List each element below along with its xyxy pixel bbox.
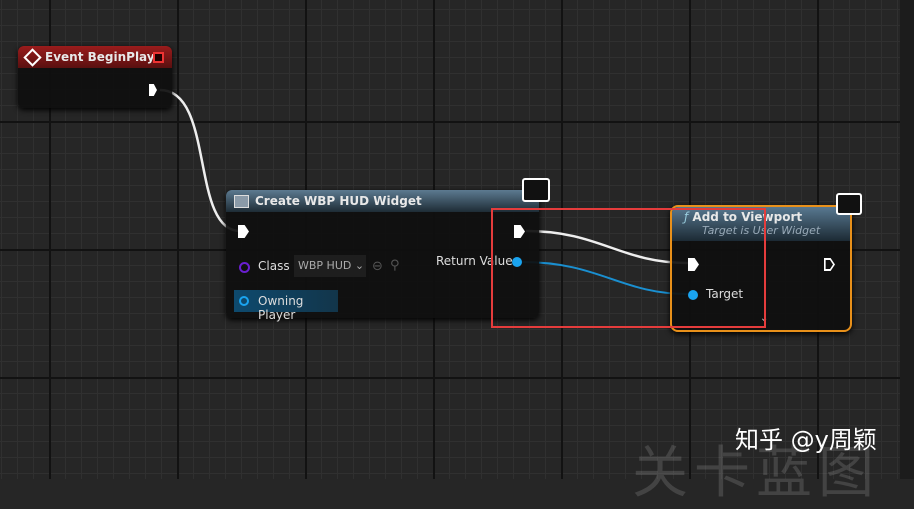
delegate-pin-icon[interactable] — [153, 52, 164, 63]
owning-player-pin[interactable] — [239, 296, 249, 306]
use-selected-icon[interactable]: ⊖ — [372, 259, 383, 274]
class-label: Class — [258, 259, 290, 273]
owning-player-pin-row[interactable]: Owning Player — [234, 290, 338, 322]
exec-in-pin[interactable] — [238, 225, 249, 238]
browse-search-icon[interactable]: ⚲ — [390, 258, 400, 273]
client-monitor-icon — [836, 193, 862, 215]
owning-player-label: Owning Player — [258, 294, 304, 322]
class-value: WBP HUD — [298, 259, 352, 272]
node-title: Create WBP HUD Widget — [255, 194, 422, 208]
exec-out-pin[interactable] — [149, 84, 157, 96]
chevron-down-icon: ⌄ — [351, 259, 365, 272]
zhihu-watermark: 知乎 @y周颖 — [735, 426, 877, 454]
exec-out-pin[interactable] — [824, 258, 835, 271]
widget-icon — [234, 194, 249, 208]
event-beginplay-node[interactable]: Event BeginPlay — [18, 46, 172, 108]
node-header: Event BeginPlay — [18, 46, 172, 68]
client-monitor-icon — [522, 178, 550, 202]
highlight-rectangle — [491, 208, 766, 328]
node-title: Event BeginPlay — [45, 50, 155, 64]
class-dropdown[interactable]: WBP HUD ⌄ — [294, 255, 366, 277]
class-pin[interactable] — [239, 262, 250, 273]
event-diamond-icon — [23, 47, 42, 67]
